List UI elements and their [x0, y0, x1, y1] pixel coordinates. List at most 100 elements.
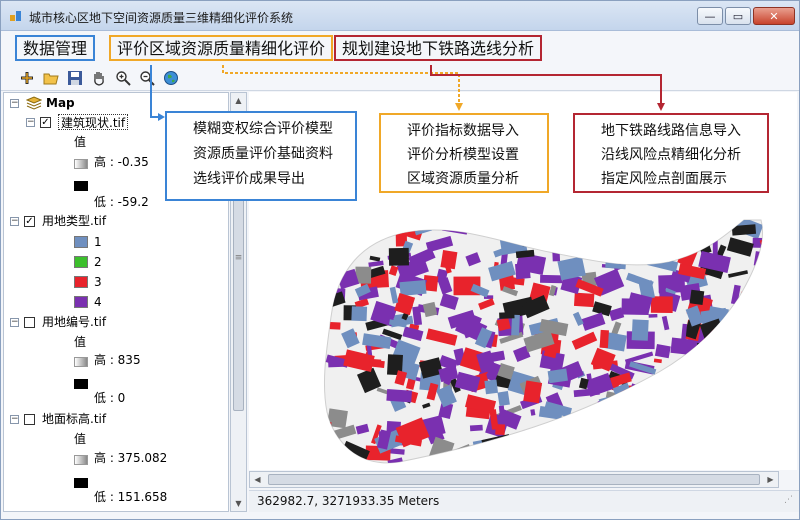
- add-data-icon[interactable]: [17, 68, 37, 88]
- layer-name-building[interactable]: 建筑现状.tif: [58, 114, 129, 130]
- legend-value-label: 值: [74, 335, 87, 349]
- close-button[interactable]: ✕: [753, 7, 795, 25]
- scroll-right-arrow-icon[interactable]: ▶: [763, 472, 778, 487]
- land-use-patch: [619, 458, 630, 463]
- land-use-patch: [764, 354, 783, 365]
- land-use-patch: [505, 450, 531, 463]
- zoom-out-icon[interactable]: [137, 68, 157, 88]
- land-use-patch: [487, 227, 503, 237]
- land-use-patch: [731, 224, 757, 236]
- layer-name-parcel-id[interactable]: 用地编号.tif: [42, 314, 106, 330]
- collapse-map-toggle[interactable]: −: [10, 99, 19, 108]
- menu-item-basic-data[interactable]: 资源质量评价基础资料: [167, 142, 355, 167]
- menu-item-fuzzy-weight-model[interactable]: 模糊变权综合评价模型: [167, 117, 355, 142]
- legend-low-value: 低 : 0: [94, 391, 126, 405]
- land-use-patch: [534, 221, 555, 232]
- land-use-patch: [645, 441, 655, 455]
- land-use-patch: [732, 409, 748, 429]
- land-use-patch: [695, 428, 713, 443]
- layer-visibility-checkbox[interactable]: [24, 414, 35, 425]
- land-use-patch: [761, 363, 763, 376]
- minimize-button[interactable]: —: [697, 7, 723, 25]
- land-use-patch: [683, 429, 702, 440]
- land-use-patch: [687, 444, 714, 463]
- layer-visibility-checkbox[interactable]: ✓: [40, 117, 51, 128]
- menu-item-import-indicators[interactable]: 评价指标数据导入: [381, 119, 547, 143]
- menu-item-model-settings[interactable]: 评价分析模型设置: [381, 143, 547, 167]
- land-use-patch: [720, 386, 736, 404]
- land-use-patch: [336, 231, 355, 255]
- land-use-patch: [638, 419, 654, 427]
- land-use-patch: [324, 237, 346, 258]
- layer-visibility-checkbox[interactable]: ✓: [24, 216, 35, 227]
- legend-value-label: 值: [74, 432, 87, 446]
- land-use-patch: [649, 455, 675, 463]
- menu-item-risk-profile-display[interactable]: 指定风险点剖面展示: [575, 167, 767, 191]
- land-use-patch: [750, 433, 758, 443]
- land-use-patch: [542, 458, 566, 463]
- land-use-patch: [599, 329, 609, 349]
- land-use-patch: [734, 385, 757, 401]
- collapse-layer-toggle[interactable]: −: [10, 415, 19, 424]
- land-use-patch: [469, 424, 483, 432]
- legend-class-swatch: [74, 256, 88, 268]
- land-use-patch: [620, 444, 630, 451]
- land-use-patch: [362, 220, 374, 237]
- window-title: 城市核心区地下空间资源质量三维精细化评价系统: [29, 11, 294, 25]
- land-use-patch: [655, 393, 665, 402]
- layer-name-landuse[interactable]: 用地类型.tif: [42, 213, 106, 229]
- save-icon[interactable]: [65, 68, 85, 88]
- land-use-patch: [386, 389, 413, 403]
- land-use-patch: [750, 304, 760, 317]
- tree-root-map[interactable]: Map: [46, 95, 75, 111]
- land-use-patch: [737, 404, 761, 419]
- maximize-button[interactable]: ▭: [725, 7, 751, 25]
- collapse-layer-toggle[interactable]: −: [26, 118, 35, 127]
- land-use-patch: [641, 439, 668, 463]
- menu-railway-route-analysis[interactable]: 规划建设地下铁路选线分析: [334, 35, 543, 61]
- land-use-patch: [338, 220, 368, 237]
- legend-low-swatch: [74, 379, 88, 389]
- menu-item-risk-point-analysis[interactable]: 沿线风险点精细化分析: [575, 143, 767, 167]
- scroll-left-arrow-icon[interactable]: ◀: [250, 472, 265, 487]
- land-use-patch: [324, 241, 327, 248]
- land-use-patch: [324, 258, 336, 275]
- land-use-patch: [620, 408, 632, 424]
- resize-grip-icon[interactable]: ⋰: [784, 495, 793, 505]
- land-use-patch: [573, 292, 595, 308]
- menu-item-regional-analysis[interactable]: 区域资源质量分析: [381, 167, 547, 191]
- layer-visibility-checkbox[interactable]: [24, 317, 35, 328]
- status-bar: 362982.7, 3271933.35 Meters ⋰: [249, 490, 799, 512]
- zoom-in-icon[interactable]: [113, 68, 133, 88]
- menu-item-import-route-info[interactable]: 地下铁路线路信息导入: [575, 119, 767, 143]
- menu-item-export-results[interactable]: 选线评价成果导出: [167, 167, 355, 192]
- scroll-down-arrow-icon[interactable]: ▼: [231, 496, 246, 511]
- land-use-patch: [634, 461, 651, 463]
- land-use-patch: [614, 422, 625, 438]
- open-folder-icon[interactable]: [41, 68, 61, 88]
- layer-name-elevation[interactable]: 地面标高.tif: [42, 411, 106, 427]
- land-use-patch: [679, 389, 709, 408]
- scroll-thumb[interactable]: [268, 474, 760, 485]
- pan-hand-icon[interactable]: [89, 68, 109, 88]
- map-horizontal-scrollbar[interactable]: ◀ ▶: [249, 471, 779, 488]
- menu-bar: 数据管理 评价区域资源质量精细化评价 规划建设地下铁路选线分析: [1, 31, 799, 65]
- land-use-patch: [526, 220, 554, 225]
- menu-quality-evaluation[interactable]: 评价区域资源质量精细化评价: [109, 35, 334, 61]
- land-use-patch: [727, 383, 752, 397]
- map-layers-icon: [26, 96, 42, 110]
- app-window: 城市核心区地下空间资源质量三维精细化评价系统 — ▭ ✕ 数据管理 评价区域资源…: [0, 0, 800, 520]
- scroll-up-arrow-icon[interactable]: ▲: [231, 93, 246, 108]
- collapse-layer-toggle[interactable]: −: [10, 318, 19, 327]
- land-use-patch: [766, 230, 781, 240]
- collapse-layer-toggle[interactable]: −: [10, 217, 19, 226]
- menu-data-management[interactable]: 数据管理: [15, 35, 96, 61]
- land-use-patch: [514, 437, 536, 459]
- land-use-patch: [759, 233, 763, 253]
- globe-icon[interactable]: [161, 68, 181, 88]
- land-use-patch: [524, 229, 552, 245]
- land-use-patch: [687, 443, 693, 462]
- land-use-patch: [719, 434, 736, 449]
- land-use-patch: [331, 232, 339, 238]
- legend-low-swatch: [74, 181, 88, 191]
